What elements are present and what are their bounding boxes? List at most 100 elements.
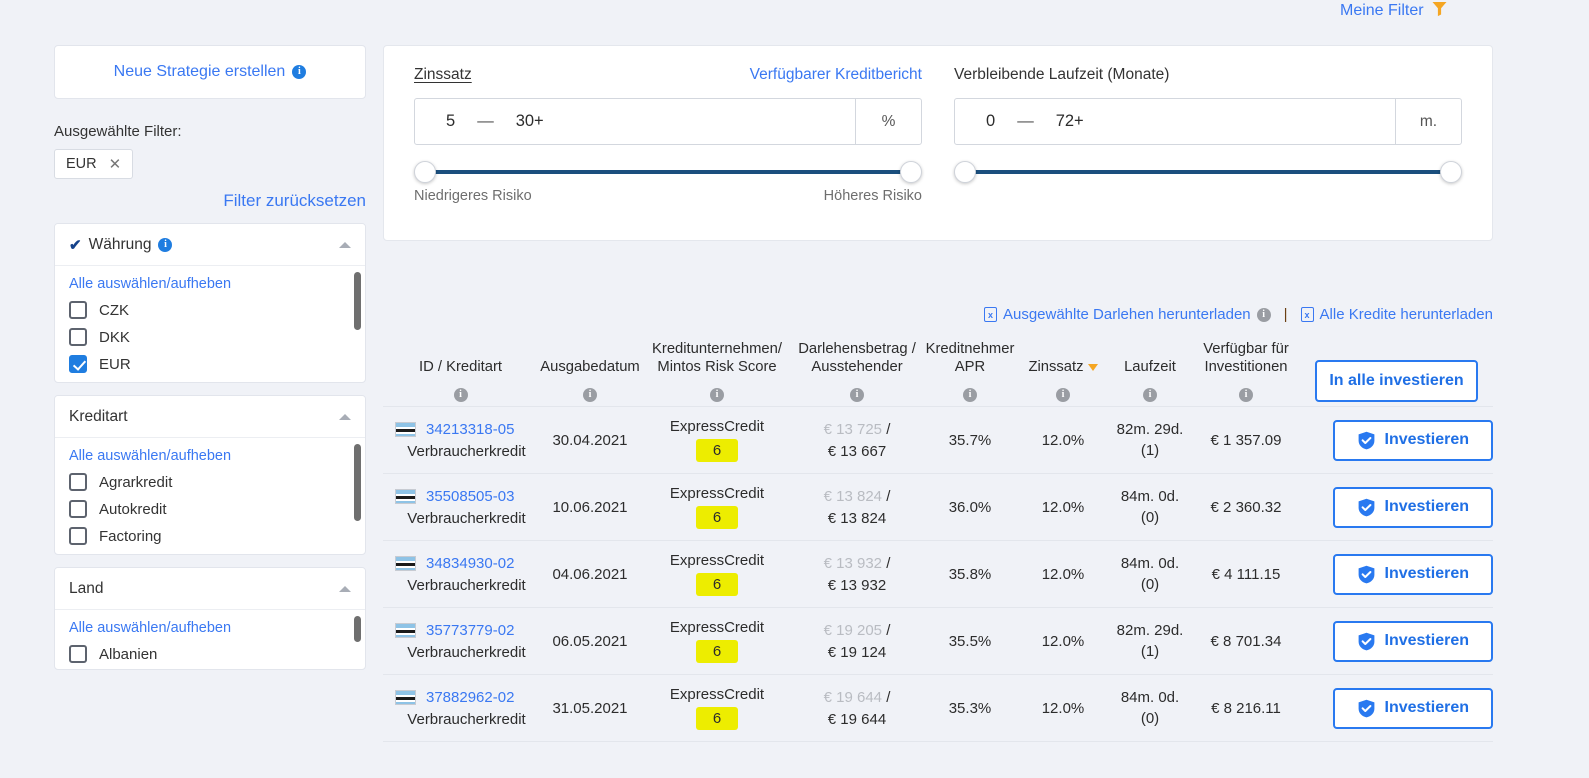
info-icon-wrap[interactable]: i [1018, 384, 1108, 402]
interest-min-value[interactable]: 5 [446, 112, 455, 131]
column-header-issue-date[interactable]: Ausgabedatum i [538, 340, 642, 407]
table-row[interactable]: 35773779-02 Verbraucherkredit 06.05.2021… [383, 607, 1493, 675]
filter-option-agrarkredit[interactable]: Agrarkredit [69, 473, 351, 491]
checkbox[interactable] [69, 301, 87, 319]
sort-descending-icon[interactable] [1087, 364, 1098, 372]
select-all-link[interactable]: Alle auswählen/aufheben [69, 620, 351, 636]
invest-button[interactable]: Investieren [1332, 553, 1493, 595]
loan-id-link[interactable]: 35773779-02 [426, 622, 514, 639]
slider-handle-min[interactable] [414, 161, 436, 183]
column-header-interest-rate[interactable]: Zinssatz i [1018, 340, 1108, 407]
filter-chip-eur[interactable]: EUR ✕ [54, 149, 134, 179]
loan-id-link[interactable]: 34834930-02 [426, 555, 514, 572]
header-line2: ID / Kreditart [418, 359, 503, 376]
checkbox-checked[interactable] [69, 355, 87, 373]
info-icon[interactable]: i [1056, 387, 1070, 402]
interest-max-value[interactable]: 30+ [516, 112, 544, 131]
info-icon[interactable]: i [1143, 387, 1157, 402]
filters-sidebar: Neue Strategie erstellen i Ausgewählte F… [54, 45, 366, 670]
download-all-loans-link[interactable]: Alle Kredite herunterladen [1300, 306, 1493, 323]
checkbox[interactable] [69, 500, 87, 518]
table-row[interactable]: 37882962-02 Verbraucherkredit 31.05.2021… [383, 674, 1493, 742]
loan-id-link[interactable]: 37882962-02 [426, 689, 514, 706]
header-line2: APR [954, 359, 986, 376]
slider-handle-max[interactable] [1440, 161, 1462, 183]
select-all-link[interactable]: Alle auswählen/aufheben [69, 448, 351, 464]
term-min-value[interactable]: 0 [986, 112, 995, 131]
invest-button[interactable]: Investieren [1332, 419, 1493, 461]
checkbox[interactable] [69, 645, 87, 663]
info-icon-wrap[interactable]: i [1108, 384, 1192, 402]
table-row[interactable]: 34834930-02 Verbraucherkredit 04.06.2021… [383, 540, 1493, 608]
cell-apr: 35.7% [948, 431, 992, 449]
table-row[interactable]: 34213318-05 Verbraucherkredit 30.04.2021… [383, 406, 1493, 474]
info-icon-wrap[interactable]: i [792, 384, 922, 402]
info-icon[interactable]: i [158, 237, 173, 252]
chevron-up-icon[interactable] [339, 413, 351, 420]
select-all-link[interactable]: Alle auswählen/aufheben [69, 276, 351, 292]
info-icon[interactable]: i [1256, 307, 1271, 322]
info-icon-wrap[interactable]: i [642, 384, 792, 402]
create-strategy-button[interactable]: Neue Strategie erstellen i [54, 45, 366, 99]
invest-in-all-button[interactable]: In alle investieren [1315, 360, 1478, 403]
filter-group-header-kreditart[interactable]: Kreditart [55, 396, 365, 437]
info-icon-wrap[interactable]: i [922, 384, 1018, 402]
header-line2: Ausstehender [811, 359, 903, 376]
scrollbar-thumb[interactable] [354, 444, 361, 521]
scrollbar-thumb[interactable] [354, 272, 361, 330]
column-header-apr[interactable]: Kreditnehmer APR i [922, 340, 1018, 407]
remaining-term-range-input[interactable]: 0 — 72+ m. [954, 98, 1462, 145]
loan-id-link[interactable]: 35508505-03 [426, 488, 514, 505]
info-icon[interactable]: i [963, 387, 977, 402]
download-selected-loans-link[interactable]: Ausgewählte Darlehen herunterladen i [983, 306, 1271, 323]
chevron-up-icon[interactable] [339, 585, 351, 592]
checkbox[interactable] [69, 473, 87, 491]
info-icon[interactable]: i [710, 387, 724, 402]
invest-button[interactable]: Investieren [1332, 687, 1493, 729]
info-icon-wrap[interactable]: i [1192, 384, 1300, 402]
column-header-available[interactable]: Verfügbar für Investitionen i [1192, 340, 1300, 407]
filter-option-dkk[interactable]: DKK [69, 328, 351, 346]
filter-option-eur[interactable]: EUR [69, 355, 351, 373]
chevron-up-icon[interactable] [339, 241, 351, 248]
invest-button[interactable]: Investieren [1332, 620, 1493, 662]
info-icon[interactable]: i [1239, 387, 1253, 402]
checkbox[interactable] [69, 328, 87, 346]
remaining-term-slider[interactable] [954, 157, 1462, 187]
invest-button[interactable]: Investieren [1332, 486, 1493, 528]
column-header-amount[interactable]: Darlehensbetrag / Ausstehender i [792, 340, 922, 407]
interest-rate-range-input[interactable]: 5 — 30+ % [414, 98, 922, 145]
info-icon[interactable]: i [292, 65, 307, 79]
term-max-value[interactable]: 72+ [1056, 112, 1084, 131]
info-icon[interactable]: i [850, 387, 864, 402]
loans-table: ID / Kreditart i Ausgabedatum i Kreditun… [383, 340, 1493, 742]
filter-group-header-land[interactable]: Land [55, 568, 365, 609]
cell-interest-rate: 12.0% [1041, 565, 1085, 583]
column-header-id-loantype[interactable]: ID / Kreditart i [383, 340, 538, 407]
filter-option-czk[interactable]: CZK [69, 301, 351, 319]
loan-id-link[interactable]: 34213318-05 [426, 421, 514, 438]
interest-rate-slider[interactable] [414, 157, 922, 187]
slider-handle-max[interactable] [900, 161, 922, 183]
filter-group-title: Währung [88, 235, 152, 253]
filter-group-header-waehrung[interactable]: ✔ Währung i [55, 224, 365, 265]
column-header-company-risk[interactable]: Kreditunternehmen/ Mintos Risk Score i [642, 340, 792, 407]
table-row[interactable]: 35508505-03 Verbraucherkredit 10.06.2021… [383, 473, 1493, 541]
filter-option-albanien[interactable]: Albanien [69, 645, 351, 663]
filter-option-factoring[interactable]: Factoring [69, 527, 351, 545]
reset-filters-link[interactable]: Filter zurücksetzen [54, 191, 366, 211]
info-icon-wrap[interactable]: i [383, 384, 538, 402]
checkbox[interactable] [69, 527, 87, 545]
my-filters-button[interactable]: Meine Filter [1340, 0, 1448, 22]
info-icon-wrap[interactable]: i [538, 384, 642, 402]
botswana-flag-icon [395, 555, 416, 571]
info-icon[interactable]: i [453, 387, 468, 402]
column-header-term[interactable]: Laufzeit i [1108, 340, 1192, 407]
scrollbar-thumb[interactable] [354, 616, 361, 642]
invest-button-label: Investieren [1384, 498, 1469, 516]
filter-option-autokredit[interactable]: Autokredit [69, 500, 351, 518]
close-icon[interactable]: ✕ [109, 157, 122, 172]
slider-handle-min[interactable] [954, 161, 976, 183]
available-credit-report-link[interactable]: Verfügbarer Kreditbericht [750, 66, 922, 84]
info-icon[interactable]: i [583, 387, 597, 402]
